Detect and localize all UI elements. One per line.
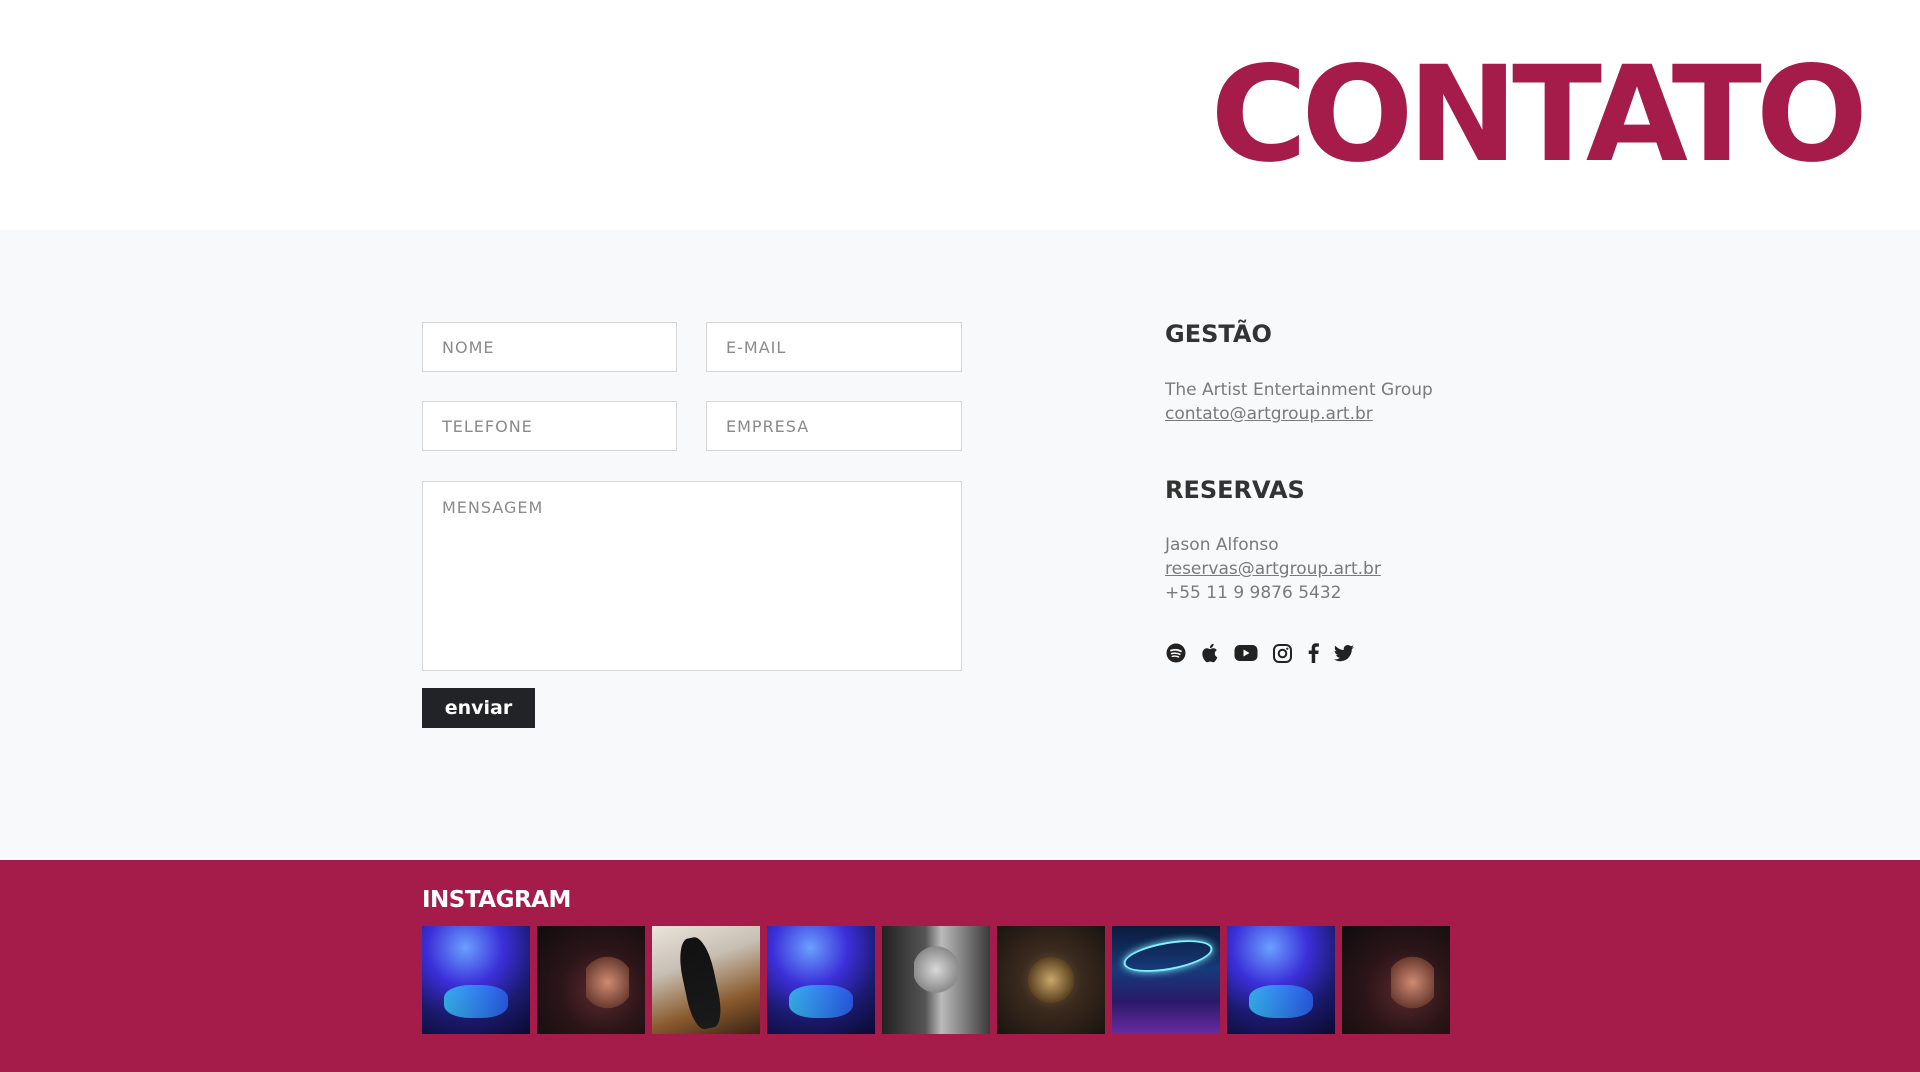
instagram-photo[interactable] [1227, 926, 1335, 1034]
reservas-heading: RESERVAS [1165, 476, 1305, 504]
gestao-email-link[interactable]: contato@artgroup.art.br [1165, 404, 1373, 424]
instagram-photo[interactable] [997, 926, 1105, 1034]
instagram-gallery [422, 926, 1450, 1034]
page-title: CONTATO [1210, 38, 1868, 192]
apple-icon[interactable] [1199, 642, 1221, 664]
contact-section: enviar GESTÃO The Artist Entertainment G… [0, 230, 1920, 860]
email-input[interactable] [706, 322, 962, 372]
message-input[interactable] [422, 481, 962, 671]
instagram-photo[interactable] [422, 926, 530, 1034]
instagram-photo[interactable] [1342, 926, 1450, 1034]
instagram-footer: INSTAGRAM [0, 860, 1920, 1072]
instagram-photo[interactable] [537, 926, 645, 1034]
instagram-heading: INSTAGRAM [422, 887, 571, 913]
twitter-icon[interactable] [1333, 642, 1355, 664]
phone-input[interactable] [422, 401, 677, 451]
instagram-icon[interactable] [1271, 642, 1293, 664]
youtube-icon[interactable] [1233, 642, 1259, 664]
instagram-photo[interactable] [767, 926, 875, 1034]
send-button[interactable]: enviar [422, 688, 535, 728]
instagram-photo[interactable] [882, 926, 990, 1034]
gestao-heading: GESTÃO [1165, 320, 1272, 348]
instagram-photo[interactable] [652, 926, 760, 1034]
name-input[interactable] [422, 322, 677, 372]
company-input[interactable] [706, 401, 962, 451]
reservas-email-link[interactable]: reservas@artgroup.art.br [1165, 559, 1381, 579]
instagram-photo[interactable] [1112, 926, 1220, 1034]
social-links [1165, 642, 1355, 664]
gestao-company: The Artist Entertainment Group [1165, 380, 1433, 400]
spotify-icon[interactable] [1165, 642, 1187, 664]
reservas-phone: +55 11 9 9876 5432 [1165, 583, 1342, 603]
page-header: CONTATO [0, 0, 1920, 230]
reservas-name: Jason Alfonso [1165, 535, 1279, 555]
facebook-icon[interactable] [1305, 642, 1321, 664]
